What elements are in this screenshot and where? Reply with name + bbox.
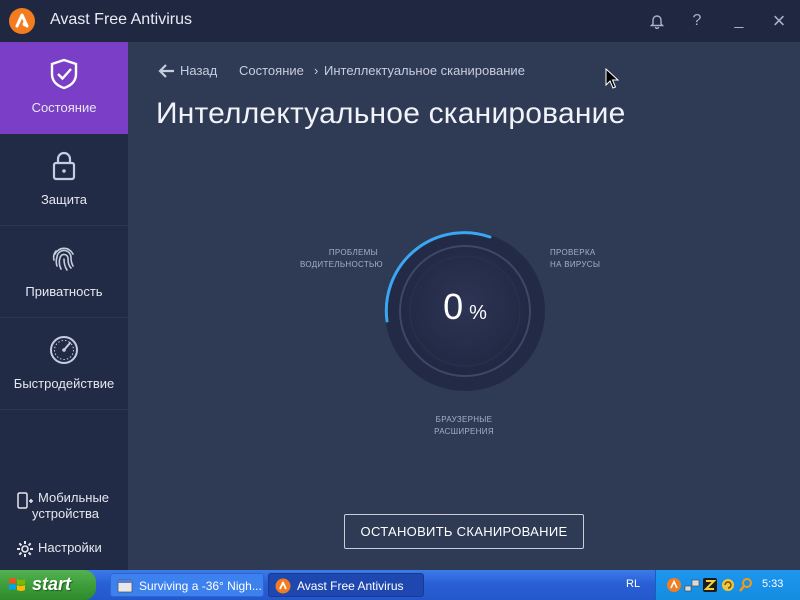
mobile-label-line2: устройства [32, 506, 99, 521]
scan-progress-area: 0% ПРОБЛЕМЫ ВОДИТЕЛЬНОСТЬЮ ПРОВЕРКА НА В… [128, 42, 800, 570]
scan-label-line: ВОДИТЕЛЬНОСТЬЮ [300, 260, 383, 269]
shield-check-icon [50, 58, 78, 90]
taskbar-item-label: Avast Free Antivirus [297, 579, 404, 593]
start-label: start [32, 574, 72, 594]
scan-label-viruses: ПРОВЕРКА НА ВИРУСЫ [550, 247, 600, 271]
scan-percent-value: 0 [443, 286, 464, 327]
scan-label-line: РАСШИРЕНИЯ [434, 427, 494, 436]
mobile-label-line1: Мобильные [38, 490, 110, 505]
system-tray: 5:33 [655, 570, 800, 600]
scan-label-line: БРАУЗЕРНЫЕ [435, 415, 493, 424]
scan-percent: 0% [380, 286, 550, 328]
title-bar: Avast Free Antivirus ? _ × [0, 0, 800, 42]
mouse-cursor-icon [605, 68, 619, 89]
stop-scan-button[interactable]: ОСТАНОВИТЬ СКАНИРОВАНИЕ [344, 514, 584, 549]
sidebar-item-status[interactable]: Состояние [0, 42, 128, 134]
sidebar-item-performance[interactable]: Быстродействие [0, 318, 128, 410]
refresh-tray-icon[interactable] [720, 577, 736, 593]
scan-label-line: ПРОВЕРКА [550, 248, 596, 257]
sidebar-item-privacy[interactable]: Приватность [0, 226, 128, 318]
sidebar: Состояние Защита Приватность Быстродейст… [0, 42, 128, 570]
fingerprint-icon [52, 247, 74, 271]
sidebar-item-label: Защита [40, 192, 88, 207]
lock-icon [52, 151, 76, 181]
close-button[interactable]: × [764, 8, 794, 34]
sidebar-item-protection[interactable]: Защита [0, 134, 128, 226]
sidebar-item-label: Быстродействие [13, 376, 115, 391]
scan-percent-symbol: % [469, 302, 487, 324]
sidebar-item-label: Приватность [25, 284, 103, 299]
sidebar-item-label: Состояние [31, 100, 97, 115]
avast-tray-icon[interactable] [666, 577, 682, 593]
start-button[interactable]: start [0, 570, 96, 600]
avast-window: Avast Free Antivirus ? _ × Состояние Защ… [0, 0, 800, 570]
help-button[interactable]: ? [682, 8, 712, 34]
windows-flag-icon [9, 578, 25, 591]
scan-label-line: ПРОБЛЕМЫ [328, 248, 378, 257]
scan-label-browser-extensions: БРАУЗЕРНЫЕ РАСШИРЕНИЯ [424, 414, 504, 438]
taskbar-item-avast[interactable]: Avast Free Antivirus [268, 573, 424, 597]
window-title: Avast Free Antivirus [50, 11, 192, 28]
settings-label: Настройки [38, 540, 102, 555]
taskbar-item-browser[interactable]: Surviving a -36° Nigh... [110, 573, 264, 597]
clock: 5:33 [762, 578, 784, 590]
language-indicator[interactable]: RL [626, 578, 640, 590]
main-content: Назад Состояние › Интеллектуальное скани… [128, 42, 800, 570]
scan-label-performance: ПРОБЛЕМЫ ВОДИТЕЛЬНОСТЬЮ [300, 247, 383, 271]
z-tray-icon[interactable] [702, 577, 718, 593]
network-tray-icon[interactable] [684, 577, 700, 593]
gear-icon [17, 541, 33, 557]
taskbar: start Surviving a -36° Nigh... Avast Fre… [0, 570, 800, 600]
minimize-button[interactable]: _ [724, 8, 754, 34]
taskbar-item-label: Surviving a -36° Nigh... [139, 579, 262, 593]
bell-icon [649, 15, 665, 30]
avast-icon [275, 578, 291, 594]
browser-icon [117, 579, 133, 593]
avast-logo-icon [9, 8, 35, 34]
search-tray-icon[interactable] [738, 577, 754, 593]
speedometer-icon [50, 336, 78, 364]
scan-label-line: НА ВИРУСЫ [550, 260, 601, 269]
notifications-button[interactable] [642, 8, 672, 34]
